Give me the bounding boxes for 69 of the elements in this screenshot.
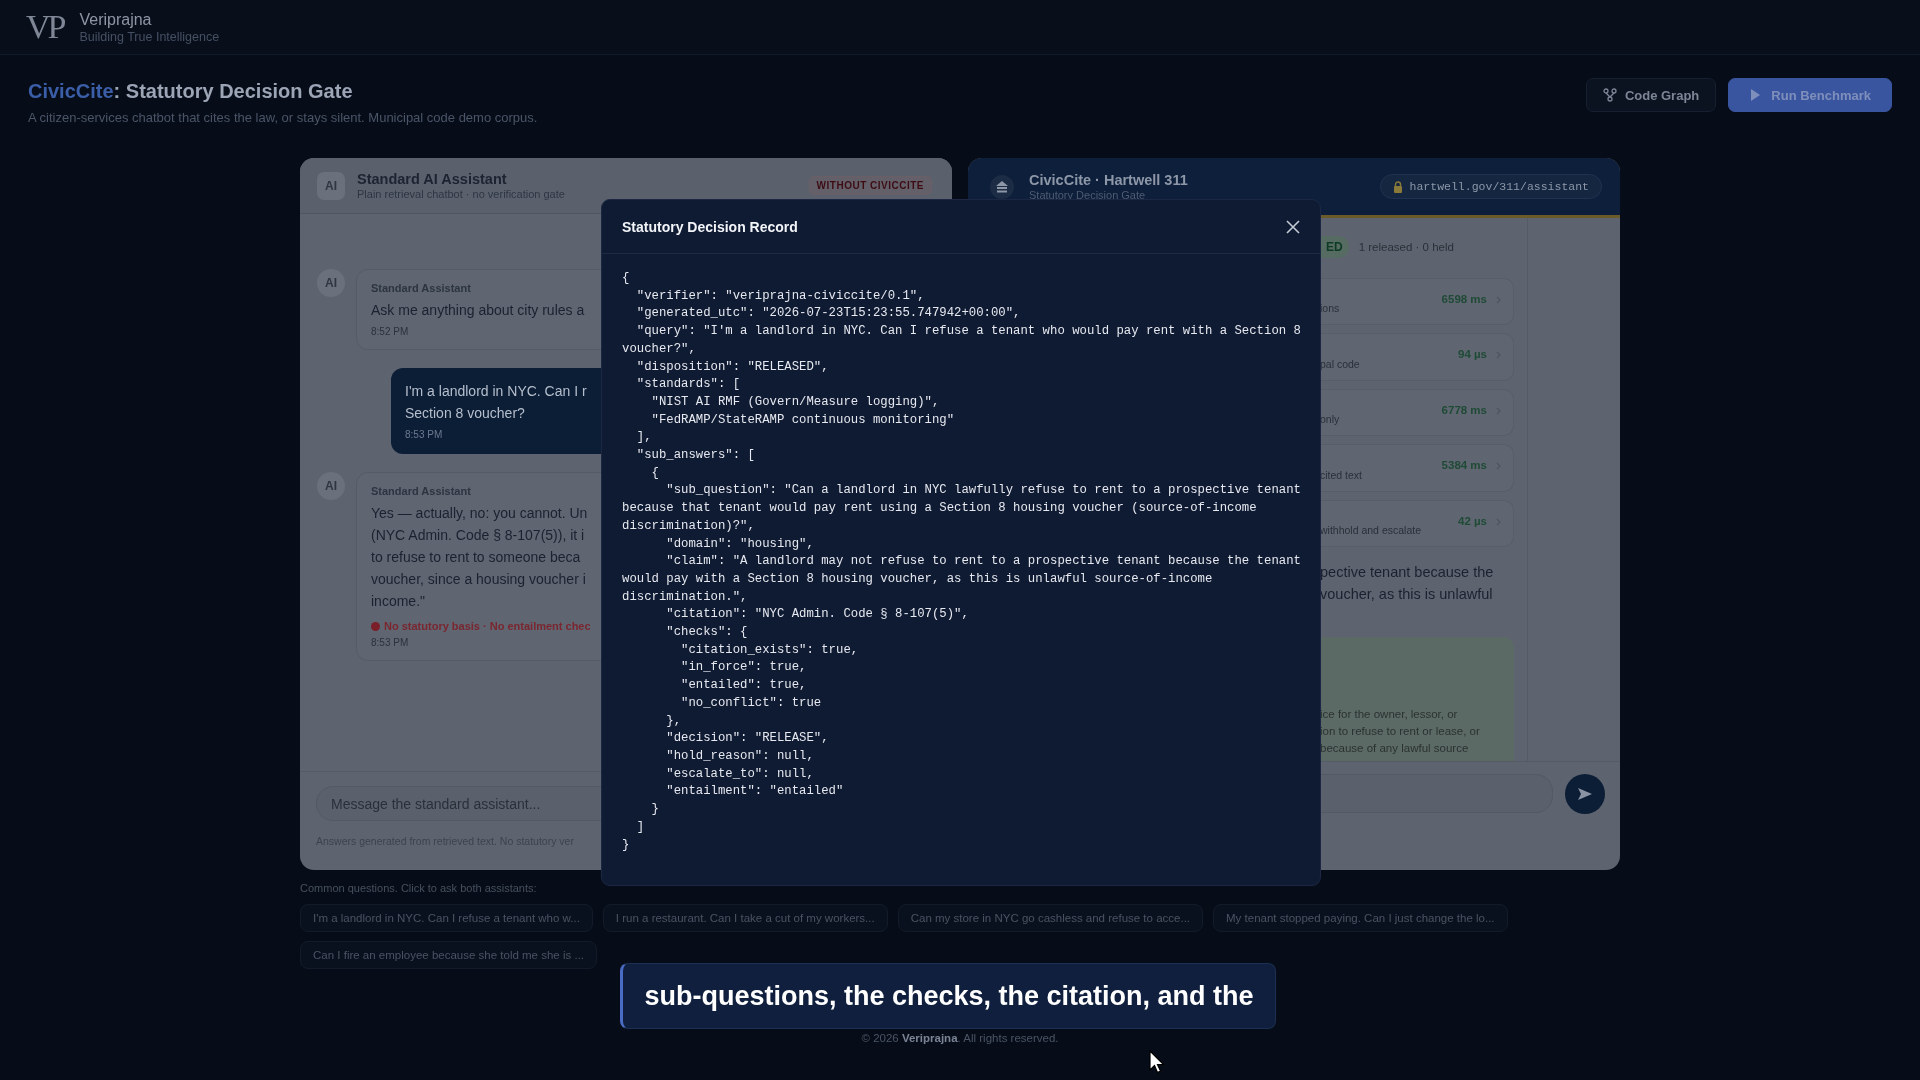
step-label: ions (1320, 302, 1340, 315)
code-line: "query": "I'm a landlord in NYC. Can I refuse a tenant who would pay rent with a Section 8 (635, 323, 1301, 341)
message-text: I'm a landlord in NYC. Can I r (405, 382, 587, 401)
code-line: { (650, 464, 659, 482)
hint-text: Common questions. Click to ask both assistants: (300, 882, 538, 894)
panel-title: Standard AI Assistant (357, 171, 508, 187)
avatar: AI (317, 269, 345, 297)
code-line: "sub_question": "Can a landlord in NYC lawfully refuse to rent to a prospective tenant (665, 482, 1301, 500)
code-line: }, (665, 712, 682, 730)
code-line: } (622, 836, 630, 854)
code-line: "citation_exists": true, (680, 641, 859, 659)
status-badge: ED (1320, 236, 1349, 258)
code-line: "decision": "RELEASE", (665, 730, 829, 748)
code-line: "checks": { (665, 624, 748, 642)
avatar: AI (317, 472, 345, 500)
message-text: voucher, since a housing voucher i (371, 570, 586, 589)
code-line: ] (635, 818, 645, 836)
code-line: "hold_reason": null, (665, 748, 814, 765)
code-line: "disposition": "RELEASED", (635, 358, 829, 376)
code-line: } (650, 801, 659, 819)
warning-text: No statutory basis · No entailment chec (384, 620, 591, 632)
step-timing: 5384 ms (1441, 459, 1487, 472)
logo: VP (26, 10, 65, 44)
code-line: "sub_answers": [ (635, 447, 755, 465)
message-text: Yes — actually, no: you cannot. Un (371, 504, 588, 523)
answer-text: pective tenant because the (1320, 563, 1494, 583)
code-line: "in_force": true, (680, 659, 807, 677)
step-timing: 94 µs (1458, 348, 1487, 361)
caption-text: sub-questions, the checks, the citation, and the (620, 963, 1276, 1029)
code-line: "FedRAMP/StateRAMP continuous monitoring" (650, 411, 955, 429)
step-timing: 42 µs (1458, 514, 1487, 527)
code-line: "generated_utc": "2026-07-23T15:23:55.747942+00:00", (635, 305, 1021, 323)
step-timing: 6598 ms (1441, 293, 1487, 305)
answer-text: voucher, as this is unlawful (1320, 585, 1493, 605)
code-line: "entailment": "entailed" (665, 783, 844, 801)
brand-name: Veriprajna (79, 10, 153, 29)
code-line: "verifier": "veriprajna-civiccite/0.1", (635, 287, 925, 305)
message-time: 8:53 PM (405, 429, 443, 440)
code-line: discrimination.", (622, 588, 748, 606)
code-line: "claim": "A landlord may not refuse to rent to a prospective tenant because the tenant (665, 553, 1301, 571)
avatar: AI (317, 171, 345, 200)
message-text: (NYC Admin. Code § 8-107(5)), it i (371, 526, 585, 545)
code-line: discrimination)?", (622, 517, 755, 535)
code-line: "no_conflict": true (680, 694, 822, 712)
url-field: hartwell.gov/311/assistant (1379, 174, 1602, 199)
panel-subtitle: Statutory Decision Gate (1029, 189, 1147, 201)
brand-tagline: Building True Intelligence (79, 29, 220, 44)
message-text: Section 8 voucher? (405, 404, 525, 423)
copyright-text: © 2026 Veriprajna. All rights reserved. (861, 1032, 1059, 1044)
step-timing: 6778 ms (1441, 403, 1487, 416)
code-line: because that tenant would pay rent using a Section 8 housing voucher (source-of-income (622, 500, 1257, 518)
page-title: CivicCite: Statutory Decision Gate (28, 80, 354, 103)
message-text: Ask me anything about city rules a (371, 301, 585, 320)
page-subtitle: A citizen-services chatbot that cites the law, or stays silent. Municipal code demo corpus. (28, 110, 538, 125)
code-line: "NIST AI RMF (Govern/Measure logging)", (650, 393, 940, 411)
code-line: "escalate_to": null, (665, 765, 814, 783)
code-line: ], (635, 429, 652, 447)
modal-title: Statutory Decision Record (622, 218, 798, 235)
code-line: would pay with a Section 8 housing voucher, as this is unlawful source-of-income (622, 570, 1213, 588)
panel-title: CivicCite · Hartwell 311 (1029, 172, 1189, 188)
code-line: "standards": [ (635, 376, 741, 394)
code-line: "domain": "housing", (665, 535, 814, 553)
code-line: "entailed": true, (680, 677, 807, 695)
code-line: voucher?", (622, 340, 696, 358)
status-badge: WITHOUT CIVICCITE (808, 176, 932, 195)
message-text: to refuse to rent to someone beca (371, 548, 581, 567)
message-text: income." (371, 592, 425, 611)
code-line: { (622, 270, 630, 287)
code-line: "citation": "NYC Admin. Code § 8-107(5)", (665, 606, 969, 624)
